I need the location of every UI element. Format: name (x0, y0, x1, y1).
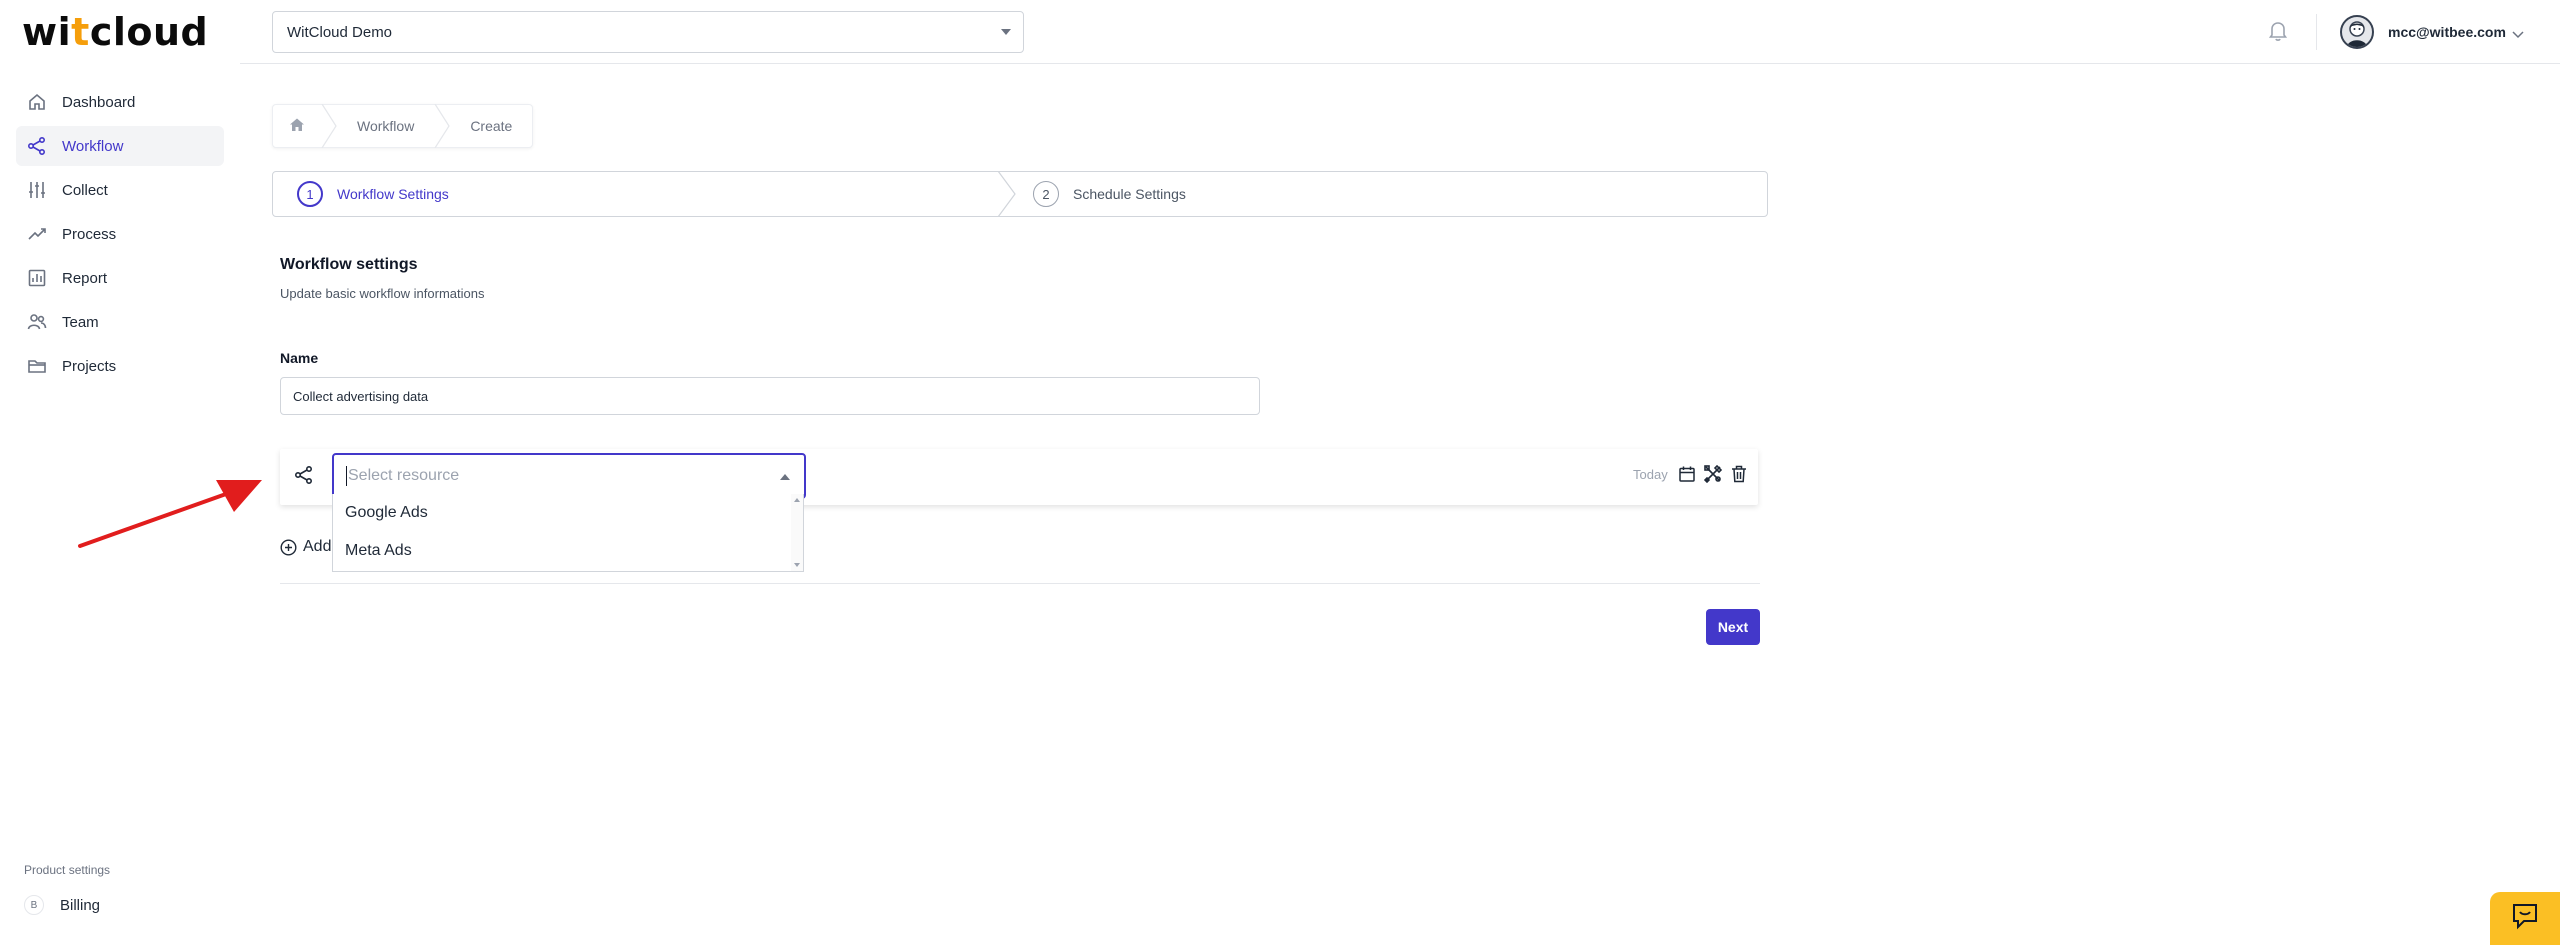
add-resource-button[interactable]: Add (280, 538, 331, 556)
breadcrumb-separator (434, 103, 451, 149)
resource-select-placeholder: Select resource (348, 467, 460, 484)
section-title: Workflow settings (280, 256, 418, 273)
sidebar-item-collect[interactable]: Collect (16, 170, 224, 210)
avatar[interactable] (2340, 15, 2374, 49)
add-label: Add (303, 538, 332, 555)
stepper: 1 Workflow Settings 2 Schedule Settings (272, 170, 1768, 218)
step-number: 1 (297, 181, 323, 207)
sidebar-item-label: Dashboard (62, 93, 136, 111)
home-icon (289, 117, 305, 136)
sidebar-item-billing[interactable]: B Billing (24, 895, 100, 915)
dropdown-scrollbar[interactable] (791, 494, 803, 571)
organization-select[interactable]: WitCloud Demo (272, 11, 1024, 53)
breadcrumb-separator (321, 103, 337, 149)
scroll-up-icon (794, 498, 800, 502)
sliders-icon (26, 179, 48, 201)
organization-select-value: WitCloud Demo (287, 23, 393, 41)
step-schedule-settings[interactable]: 2 Schedule Settings (1005, 172, 1186, 216)
scroll-down-icon (794, 563, 800, 567)
billing-icon: B (24, 895, 44, 915)
witcloud-logo[interactable]: wi t cloud (22, 10, 209, 54)
topbar: WitCloud Demo mcc@witbee.com (240, 0, 2560, 64)
share-icon (26, 135, 48, 157)
caret-up-icon (780, 474, 790, 480)
red-arrow-annotation (76, 470, 276, 555)
topbar-divider (2316, 14, 2317, 50)
chart-icon (26, 267, 48, 289)
home-icon (26, 91, 48, 113)
resource-select[interactable]: Select resource (332, 453, 806, 499)
tools-icon[interactable] (1703, 464, 1723, 488)
step-separator (997, 170, 1017, 220)
sidebar-item-label: Process (62, 225, 117, 243)
step-workflow-settings[interactable]: 1 Workflow Settings (273, 170, 1016, 218)
section-subtitle: Update basic workflow informations (280, 286, 485, 301)
name-input[interactable] (280, 377, 1260, 415)
step-label: Schedule Settings (1073, 186, 1186, 202)
calendar-icon[interactable] (1678, 465, 1696, 488)
plus-circle-icon (280, 538, 297, 556)
breadcrumb-home[interactable] (273, 105, 321, 147)
users-icon (26, 311, 48, 333)
chat-widget-button[interactable] (2490, 892, 2560, 945)
sidebar-item-label: Projects (62, 357, 117, 375)
folder-icon (26, 355, 48, 377)
sidebar-item-process[interactable]: Process (16, 214, 224, 254)
notification-bell-icon[interactable] (2268, 20, 2288, 47)
sidebar-item-label: Billing (60, 896, 101, 914)
next-button[interactable]: Next (1706, 609, 1760, 645)
step-number: 2 (1033, 181, 1059, 207)
sidebar-item-team[interactable]: Team (16, 302, 224, 342)
resource-dropdown: Google Ads Meta Ads (332, 494, 804, 572)
sidebar-item-dashboard[interactable]: Dashboard (16, 82, 224, 122)
name-label: Name (280, 350, 319, 366)
sidebar-item-report[interactable]: Report (16, 258, 224, 298)
logo-text-post: cloud (89, 10, 209, 54)
caret-down-icon (1001, 29, 1011, 35)
step-label: Workflow Settings (337, 186, 449, 202)
logo-text-accent: t (71, 10, 90, 54)
text-cursor (346, 466, 347, 486)
share-icon (294, 465, 314, 490)
divider (280, 583, 1760, 584)
sidebar-item-workflow[interactable]: Workflow (16, 126, 224, 166)
date-label: Today (1633, 467, 1668, 482)
sidebar-nav: Dashboard Workflow Collect Process Repor… (16, 82, 224, 390)
sidebar-item-label: Report (62, 269, 108, 287)
sidebar-item-label: Collect (62, 181, 108, 199)
trash-icon[interactable] (1731, 465, 1747, 488)
chevron-down-icon[interactable] (2512, 26, 2524, 44)
dropdown-option-google-ads[interactable]: Google Ads (333, 494, 803, 532)
chat-icon (2510, 902, 2540, 935)
breadcrumb: Workflow Create (272, 103, 534, 149)
user-email[interactable]: mcc@witbee.com (2388, 24, 2506, 40)
dropdown-option-meta-ads[interactable]: Meta Ads (333, 532, 803, 570)
sidebar-item-label: Team (62, 313, 99, 331)
sidebar-item-projects[interactable]: Projects (16, 346, 224, 386)
logo-text-pre: wi (22, 10, 72, 54)
product-settings-label: Product settings (24, 863, 111, 877)
breadcrumb-workflow[interactable]: Workflow (337, 105, 434, 147)
trend-icon (26, 223, 48, 245)
breadcrumb-create: Create (470, 118, 513, 134)
sidebar-item-label: Workflow (62, 137, 124, 155)
